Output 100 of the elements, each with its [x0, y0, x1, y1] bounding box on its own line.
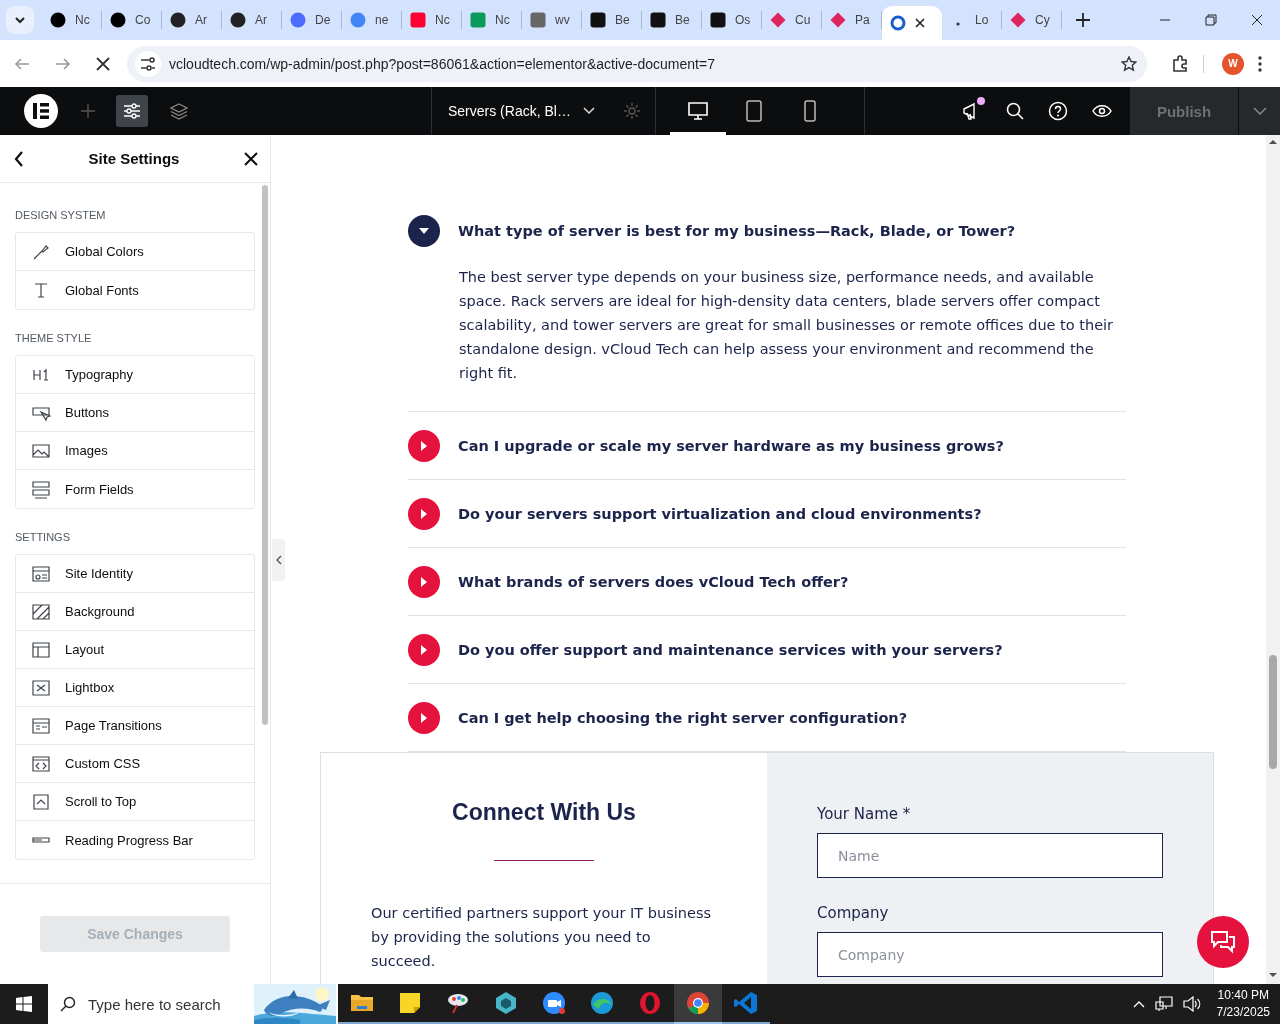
browser-tab[interactable] [882, 6, 942, 40]
site-icon [650, 12, 666, 28]
site-icon [530, 12, 546, 28]
settings-item[interactable]: Images [16, 432, 254, 470]
browser-tab[interactable]: Cu [762, 11, 822, 29]
help-icon[interactable] [1048, 101, 1068, 121]
back-icon[interactable] [14, 150, 24, 167]
tune-icon[interactable] [140, 56, 156, 71]
speaker-icon[interactable] [1182, 996, 1201, 1012]
collapse-handle[interactable] [272, 539, 285, 581]
site-icon [590, 12, 606, 28]
faq-question[interactable]: What type of server is best for my business—Rack, Blade, or Tower? [408, 197, 1126, 265]
settings-item[interactable]: Typography [16, 356, 254, 394]
browser-tab[interactable]: Cy [1002, 11, 1062, 29]
star-icon[interactable] [1121, 55, 1137, 72]
scrollbar[interactable] [1266, 135, 1280, 984]
settings-item[interactable]: Global Fonts [16, 271, 254, 309]
browser-tab[interactable]: Nc [462, 11, 522, 29]
field-label: Your Name * [817, 805, 912, 823]
settings-item[interactable]: Reading Progress Bar [16, 821, 254, 859]
clock-date: 7/23/2025 [1216, 1004, 1270, 1021]
browser-tab[interactable]: ne [342, 11, 402, 29]
site-icon [410, 12, 426, 28]
more-icon[interactable] [1258, 55, 1262, 72]
windows-icon [16, 996, 32, 1012]
settings-item[interactable]: Scroll to Top [16, 783, 254, 821]
panel-title: Site Settings [87, 150, 181, 167]
layout-icon [31, 639, 51, 660]
chevron-up-icon[interactable] [1132, 1000, 1145, 1008]
close-icon[interactable] [244, 151, 258, 166]
chevron-down-icon[interactable] [582, 107, 595, 115]
dot-icon [956, 22, 960, 26]
taskbar-button[interactable] [674, 984, 722, 1024]
puzzle-icon[interactable] [1171, 54, 1189, 73]
close-icon[interactable] [915, 18, 925, 28]
settings-item[interactable]: Global Colors [16, 233, 254, 271]
site-icon [230, 12, 246, 28]
faq-question[interactable]: Can I get help choosing the right server configuration? [408, 683, 1126, 751]
id-card-icon [31, 563, 51, 584]
forward-icon[interactable] [55, 55, 71, 72]
browser-tab[interactable]: Co [102, 11, 162, 29]
faq-question[interactable]: What brands of servers does vCloud Tech offer? [408, 547, 1126, 615]
logo-icon[interactable] [24, 94, 58, 128]
browser-tab[interactable]: Be [642, 11, 702, 29]
input-field[interactable]: Company [817, 932, 1163, 977]
faq-question[interactable]: Do your servers support virtualization and cloud environments? [408, 479, 1126, 547]
chat-button[interactable] [1197, 916, 1249, 968]
site-icon [290, 12, 306, 28]
settings-item[interactable]: Lightbox [16, 669, 254, 707]
profile-avatar[interactable]: W [1222, 52, 1244, 75]
stop-icon[interactable] [96, 56, 110, 71]
input-field[interactable]: Name [817, 833, 1163, 878]
browser-tab[interactable]: Ar [162, 11, 222, 29]
wave-circle-icon [589, 990, 615, 1016]
settings-item[interactable]: Custom CSS [16, 745, 254, 783]
settings-item[interactable]: Page Transitions [16, 707, 254, 745]
intro-text: Our certified partners support your IT business by providing the solutions you need to succeed. [371, 904, 712, 971]
site-icon [170, 12, 186, 28]
browser-tab[interactable]: Ar [222, 11, 282, 29]
browser-tab[interactable]: De [282, 11, 342, 29]
search-field[interactable]: Type here to search [48, 984, 338, 1024]
chat-icon [1210, 930, 1236, 954]
site-icon [1010, 12, 1026, 28]
browser-tab[interactable]: Lo [942, 11, 1002, 29]
url-text: vcloudtech.com/wp-admin/post.php?post=86061&action=elementor&active-document=7 [169, 55, 716, 72]
layers-icon[interactable] [170, 102, 188, 120]
faq-question[interactable]: Do you offer support and maintenance services with your servers? [408, 615, 1126, 683]
tab-search-button[interactable] [6, 6, 34, 34]
browser-tab[interactable]: Be [582, 11, 642, 29]
settings-item[interactable]: Buttons [16, 394, 254, 432]
site-icon [470, 12, 486, 28]
settings-item[interactable]: Site Identity [16, 555, 254, 593]
network-icon[interactable] [1154, 996, 1173, 1012]
scroll-top-icon [31, 791, 51, 812]
address-bar[interactable]: vcloudtech.com/wp-admin/post.php?post=86061&action=elementor&active-document=7 [127, 45, 1147, 82]
document-title[interactable]: Servers (Rack, Bl… [448, 103, 571, 119]
search-icon[interactable] [1006, 102, 1024, 120]
search-input[interactable]: Type here to search [86, 994, 240, 1014]
gear-icon[interactable] [622, 102, 641, 120]
form-icon [31, 479, 51, 499]
faq-answer: The best server type depends on your business size, performance needs, and available space. Rack servers are ideal for high-density data centers, blade servers offer compact scalability, and tower servers are great for small businesses or remote offices due to their standalone design. vCloud Tech can help assess your environment and recommend the right fit. [459, 268, 1115, 383]
settings-item[interactable]: Background [16, 593, 254, 631]
browser-tab[interactable]: wv [522, 11, 582, 29]
site-icon [830, 12, 846, 28]
site-icon [770, 12, 786, 28]
section-heading: Connect With Us [451, 799, 637, 826]
scrollbar-thumb[interactable] [262, 185, 268, 725]
browser-tab[interactable]: Os [702, 11, 762, 29]
lightbox-icon [31, 677, 51, 698]
faq-question[interactable]: Can I upgrade or scale my server hardware as my business grows? [408, 411, 1126, 479]
browser-tab[interactable]: Nc [402, 11, 462, 29]
browser-tab[interactable]: Nc [42, 11, 102, 29]
settings-item[interactable]: Form Fields [16, 470, 254, 508]
plus-icon[interactable] [1076, 13, 1090, 27]
settings-item[interactable]: Layout [16, 631, 254, 669]
sticky-note-icon [397, 990, 423, 1016]
site-settings-button[interactable] [116, 95, 148, 127]
browser-tab[interactable]: Pa [822, 11, 882, 29]
eye-icon[interactable] [1092, 104, 1112, 118]
background-icon [31, 601, 51, 622]
